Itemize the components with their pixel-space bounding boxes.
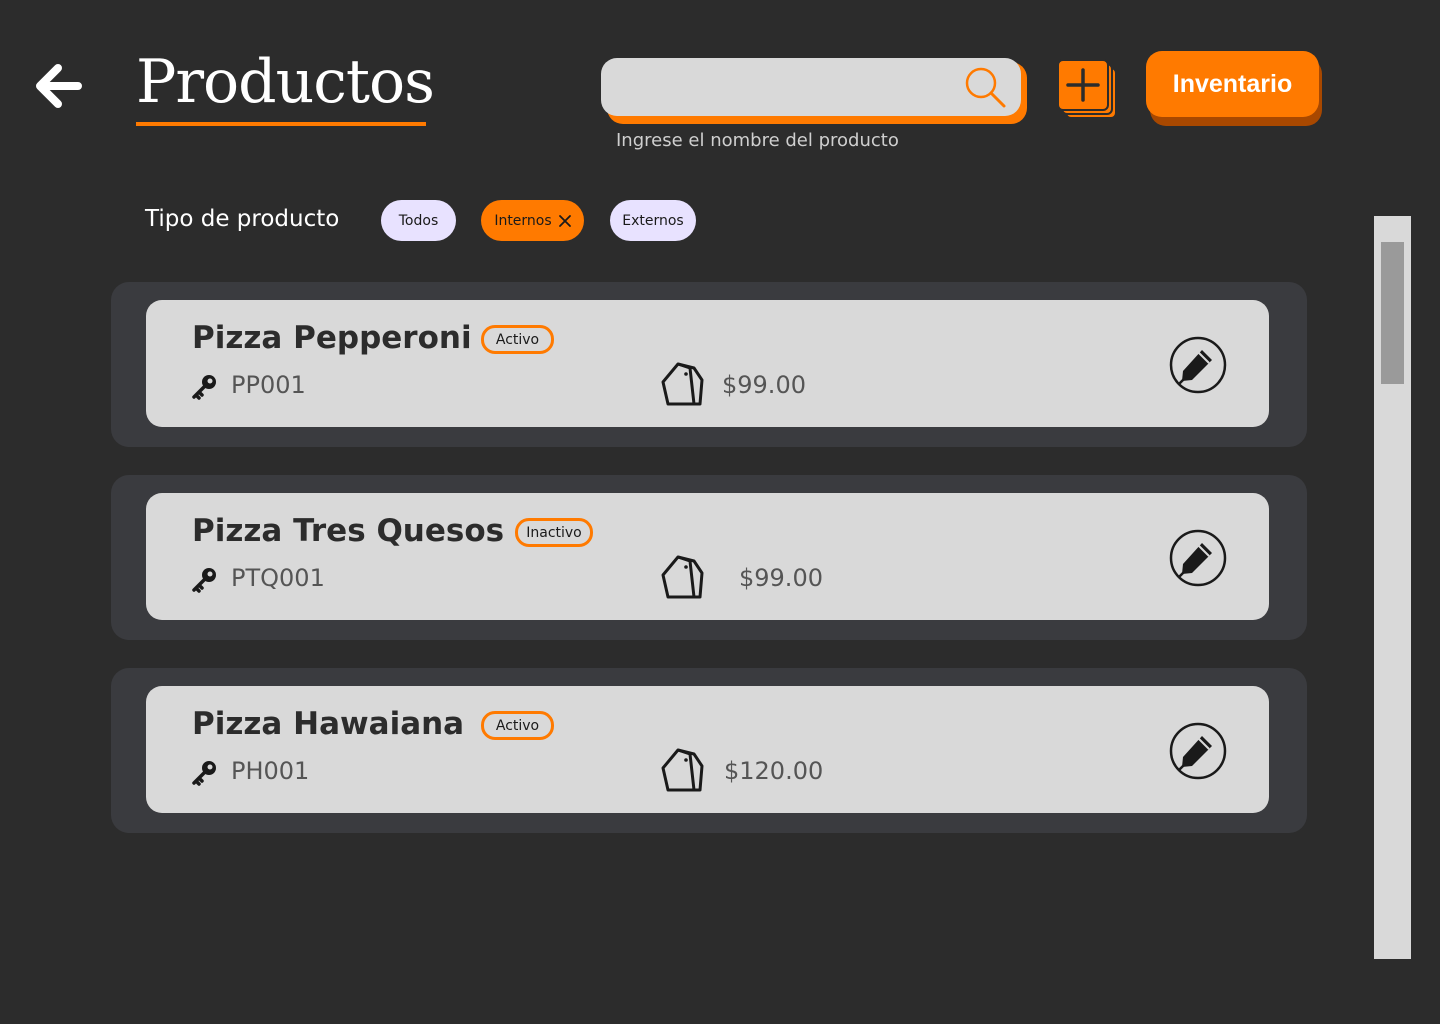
scrollbar-thumb[interactable]: [1381, 242, 1404, 384]
status-badge: Activo: [481, 711, 554, 740]
arrow-left-icon: [36, 64, 82, 108]
back-button[interactable]: [30, 60, 86, 112]
key-icon: [192, 375, 216, 400]
filter-label: Tipo de producto: [145, 206, 340, 232]
price-tag-icon: [661, 362, 704, 406]
filter-chip-todos[interactable]: Todos: [381, 200, 456, 241]
edit-button[interactable]: [1168, 528, 1228, 588]
key-icon: [192, 568, 216, 593]
edit-button[interactable]: [1168, 721, 1228, 781]
edit-pencil-icon: [1169, 722, 1227, 780]
status-badge: Inactivo: [515, 518, 593, 547]
product-card-body[interactable]: Pizza Tres Quesos Inactivo PTQ001 $99.00: [146, 493, 1269, 620]
product-name: Pizza Tres Quesos: [192, 513, 505, 549]
search-icon: [965, 67, 1006, 108]
product-price: $120.00: [724, 757, 824, 785]
add-product-button[interactable]: [1056, 58, 1120, 122]
product-price: $99.00: [722, 371, 806, 399]
price-tag-icon: [661, 748, 704, 792]
product-card: Pizza Pepperoni Activo PP001 $99.00: [111, 282, 1307, 447]
chip-label: Internos: [494, 212, 552, 229]
product-code: PH001: [231, 757, 310, 785]
edit-pencil-icon: [1169, 336, 1227, 394]
price-tag-icon: [661, 555, 704, 599]
product-price: $99.00: [739, 564, 823, 592]
status-badge: Activo: [481, 325, 554, 354]
search-input[interactable]: [620, 70, 950, 104]
filter-chip-internos[interactable]: Internos: [481, 200, 584, 241]
product-code: PP001: [231, 371, 306, 399]
product-card: Pizza Tres Quesos Inactivo PTQ001 $99.00: [111, 475, 1307, 640]
product-card-body[interactable]: Pizza Pepperoni Activo PP001 $99.00: [146, 300, 1269, 427]
filter-chip-externos[interactable]: Externos: [610, 200, 696, 241]
product-card: Pizza Hawaiana Activo PH001 $120.00: [111, 668, 1307, 833]
add-stack-icon: [1057, 59, 1117, 119]
chip-label: Externos: [622, 212, 684, 229]
search-button[interactable]: [962, 64, 1008, 110]
page-title: Productos: [136, 47, 435, 117]
title-underline: [136, 122, 426, 126]
edit-pencil-icon: [1169, 529, 1227, 587]
product-card-body[interactable]: Pizza Hawaiana Activo PH001 $120.00: [146, 686, 1269, 813]
product-name: Pizza Hawaiana: [192, 706, 465, 742]
edit-button[interactable]: [1168, 335, 1228, 395]
product-code: PTQ001: [231, 564, 325, 592]
close-icon[interactable]: [558, 214, 571, 227]
inventory-button[interactable]: Inventario: [1146, 51, 1319, 117]
chip-label: Todos: [398, 212, 439, 229]
key-icon: [192, 761, 216, 786]
search-hint: Ingrese el nombre del producto: [616, 130, 899, 151]
product-name: Pizza Pepperoni: [192, 320, 472, 356]
